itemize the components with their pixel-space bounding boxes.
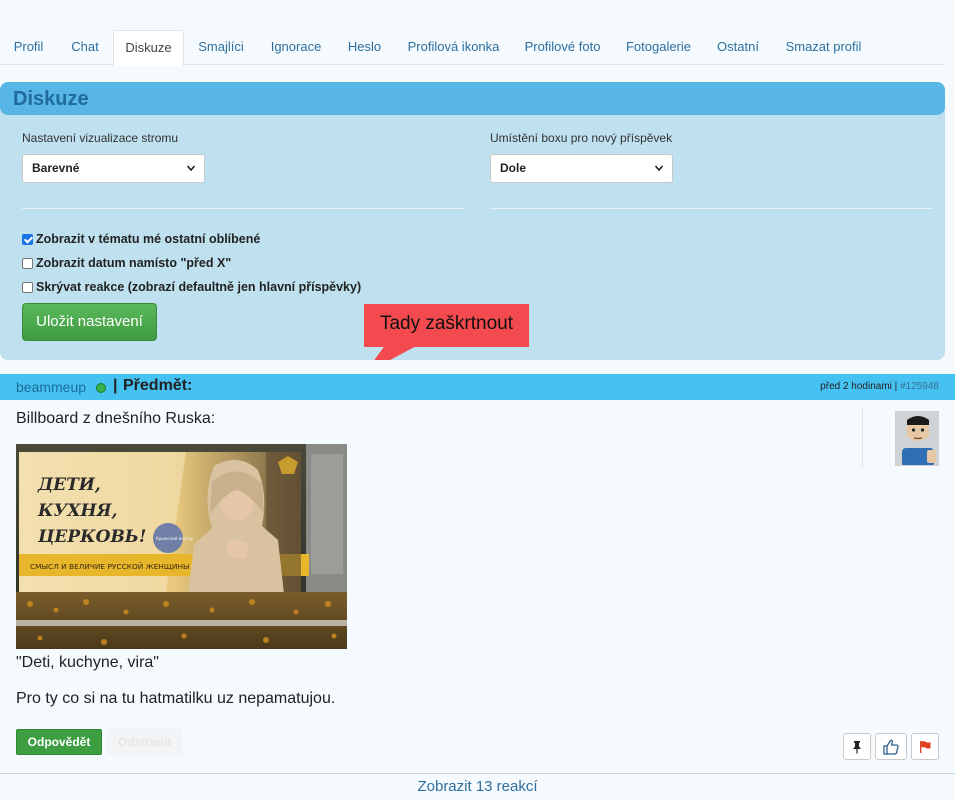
post-text-comment: Pro ty co si na tu hatmatilku uz nepamat… — [16, 690, 336, 707]
divider — [490, 208, 932, 209]
new-post-box-value: Dole — [500, 161, 527, 175]
reply-button[interactable]: Odpovědět — [16, 729, 102, 755]
tab-profil[interactable]: Profil — [0, 30, 57, 65]
like-button[interactable] — [875, 733, 907, 760]
post-id-link[interactable]: #125948 — [900, 381, 939, 392]
save-settings-button[interactable]: Uložit nastavení — [22, 303, 157, 341]
header-separator: | — [113, 377, 118, 394]
tab-smazat-profil[interactable]: Smazat profil — [772, 30, 875, 65]
tab-chat[interactable]: Chat — [57, 30, 113, 65]
post-text-intro: Billboard z dnešního Ruska: — [16, 410, 216, 427]
online-status-icon — [96, 383, 106, 393]
tab-profilova-ikonka[interactable]: Profilová ikonka — [395, 30, 512, 65]
tab-smajlici[interactable]: Smajlíci — [184, 30, 258, 65]
billboard-photo-icon: ДЕТИ, КУХНЯ, ЦЕРКОВЬ! СМЫСЛ И ВЕЛИЧИЕ РУ… — [16, 444, 347, 649]
new-post-box-label: Umístění boxu pro nový příspěvek — [490, 131, 673, 145]
checkbox-label: Zobrazit datum namísto "před X" — [36, 256, 232, 270]
annotation-callout: Tady zaškrtnout — [364, 304, 529, 347]
remove-button[interactable]: Odstranit — [107, 729, 182, 755]
flag-icon — [920, 740, 931, 753]
thumbs-up-icon — [883, 739, 899, 755]
profile-tabs: Profil Chat Diskuze Smajlíci Ignorace He… — [0, 30, 945, 66]
panel-title: Diskuze — [13, 88, 89, 110]
tree-visualization-select[interactable]: Barevné — [22, 154, 205, 183]
tab-fotogalerie[interactable]: Fotogalerie — [613, 30, 704, 65]
show-other-favorites-checkbox[interactable]: Zobrazit v tématu mé ostatní oblíbené — [22, 232, 282, 248]
tab-ostatni[interactable]: Ostatní — [704, 30, 772, 65]
divider — [862, 408, 863, 468]
billboard-image[interactable]: ДЕТИ, КУХНЯ, ЦЕРКОВЬ! СМЫСЛ И ВЕЛИЧИЕ РУ… — [16, 444, 347, 649]
chevron-down-icon — [654, 155, 664, 193]
post-body: Billboard z dnešního Ruska: ДЕТИ, КУХНЯ,… — [0, 400, 955, 774]
post-meta: před 2 hodinami | #125948 — [820, 381, 939, 392]
avatar[interactable] — [895, 411, 939, 466]
tree-visualization-label: Nastavení vizualizace stromu — [22, 131, 179, 145]
billboard-line-2: КУХНЯ, — [37, 501, 117, 521]
tab-heslo[interactable]: Heslo — [334, 30, 395, 65]
checkbox-unchecked[interactable] — [22, 258, 33, 269]
tree-visualization-value: Barevné — [32, 161, 80, 175]
show-date-checkbox[interactable]: Zobrazit datum namísto "před X" — [22, 256, 252, 272]
post-author[interactable]: beammeup — [16, 379, 86, 395]
checkbox-label: Skrývat reakce (zobrazí defaultně jen hl… — [36, 280, 362, 294]
checkbox-unchecked[interactable] — [22, 282, 33, 293]
pin-icon — [853, 740, 861, 753]
post-text-quote: "Deti, kuchyne, vira" — [16, 654, 159, 671]
billboard-line-1: ДЕТИ, — [37, 475, 101, 495]
hide-reactions-checkbox[interactable]: Skrývat reakce (zobrazí defaultně jen hl… — [22, 280, 367, 296]
panel-header: Diskuze — [0, 82, 945, 115]
billboard-badge: Крымский вектор — [156, 536, 194, 541]
divider — [22, 208, 464, 209]
tab-diskuze[interactable]: Diskuze — [113, 30, 184, 66]
chevron-down-icon — [186, 155, 196, 193]
billboard-banner: СМЫСЛ И ВЕЛИЧИЕ РУССКОЙ ЖЕНЩИНЫ — [30, 562, 190, 571]
meta-separator: | — [894, 381, 898, 392]
billboard-line-3: ЦЕРКОВЬ! — [37, 527, 146, 547]
report-button[interactable] — [911, 733, 939, 760]
post-header: beammeup | Předmět: před 2 hodinami | #1… — [0, 374, 955, 400]
tab-ignorace[interactable]: Ignorace — [258, 30, 334, 65]
tab-profilove-foto[interactable]: Profilové foto — [512, 30, 613, 65]
pin-button[interactable] — [843, 733, 871, 760]
checkbox-label: Zobrazit v tématu mé ostatní oblíbené — [36, 232, 261, 246]
post-subject-label: Předmět: — [123, 377, 193, 394]
checkbox-checked[interactable] — [22, 234, 33, 245]
new-post-box-select[interactable]: Dole — [490, 154, 673, 183]
show-reactions-link[interactable]: Zobrazit 13 reakcí — [0, 778, 955, 795]
post-time: před 2 hodinami — [820, 381, 892, 392]
discussion-settings-panel: Diskuze Nastavení vizualizace stromu Bar… — [0, 82, 945, 360]
avatar-figure-icon — [896, 412, 938, 465]
